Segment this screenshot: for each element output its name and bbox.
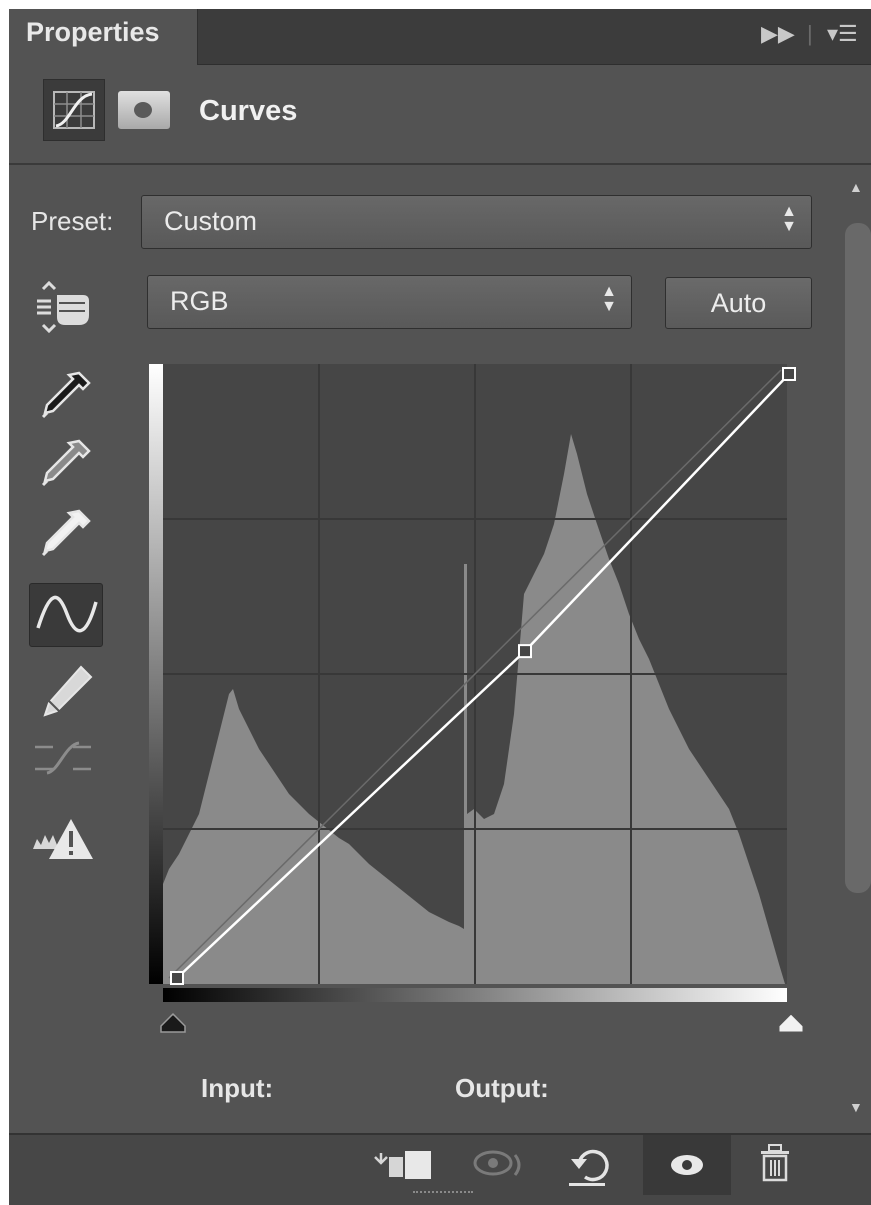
draw-pencil-icon[interactable] [29,659,99,721]
collapse-panel-icon[interactable]: ▶▶ [761,21,795,47]
header-divider [9,163,871,165]
reset-icon[interactable] [559,1135,629,1195]
adjustment-header: Curves [9,65,871,165]
channel-select[interactable]: RGB ▲ ▼ [147,275,632,329]
select-arrows-icon: ▲ ▼ [601,283,617,315]
sample-gray-point-eyedropper-icon[interactable] [29,433,99,495]
panel-footer [9,1133,871,1205]
layer-mask-icon[interactable] [118,91,170,129]
resize-grip[interactable] [413,1191,473,1197]
panel-tab-bar: Properties ▶▶ | ▾☰ [9,9,871,65]
curves-graph[interactable] [149,364,809,1049]
panel-menu-icon[interactable]: ▾☰ [827,21,858,47]
sample-black-point-eyedropper-icon[interactable] [29,365,99,427]
select-arrows-icon: ▲ ▼ [781,203,797,235]
curve-point-1[interactable] [518,644,532,659]
input-label: Input: [201,1073,274,1103]
preset-label: Preset: [31,206,114,236]
visibility-eye-icon[interactable] [653,1135,723,1195]
auto-button[interactable]: Auto [665,277,812,329]
curve-point-0[interactable] [170,971,184,985]
tab-properties[interactable]: Properties [9,9,198,65]
scroll-down-arrow-icon[interactable]: ▼ [849,1099,863,1115]
input-gradient-bar [163,988,787,1002]
scroll-up-arrow-icon[interactable]: ▲ [849,179,863,195]
preset-value: Custom [164,206,258,236]
on-image-adjust-icon[interactable] [29,275,99,337]
preset-select[interactable]: Custom ▲ ▼ [141,195,812,249]
black-point-slider[interactable] [160,1012,186,1033]
adjustment-title: Curves [199,95,298,127]
sample-white-point-eyedropper-icon[interactable] [29,503,99,565]
curve-point-2[interactable] [782,367,796,381]
white-point-slider[interactable] [778,1013,804,1033]
clipping-warning-icon[interactable] [29,809,99,871]
output-gradient-bar [149,364,163,984]
edit-points-curve-icon[interactable] [29,583,103,647]
view-previous-state-icon[interactable] [465,1135,535,1195]
curves-adjustment-icon[interactable] [43,79,105,141]
scrollbar-thumb[interactable] [845,223,871,893]
smooth-curve-icon[interactable] [29,727,99,789]
delete-trash-icon[interactable] [747,1135,817,1195]
properties-panel: Properties ▶▶ | ▾☰ Curves Preset: Custom… [9,9,871,1205]
tab-divider: | [807,21,813,46]
tab-properties-label: Properties [26,17,160,47]
channel-value: RGB [170,286,229,316]
output-label: Output: [455,1073,549,1103]
clip-to-layer-icon[interactable] [369,1135,439,1195]
